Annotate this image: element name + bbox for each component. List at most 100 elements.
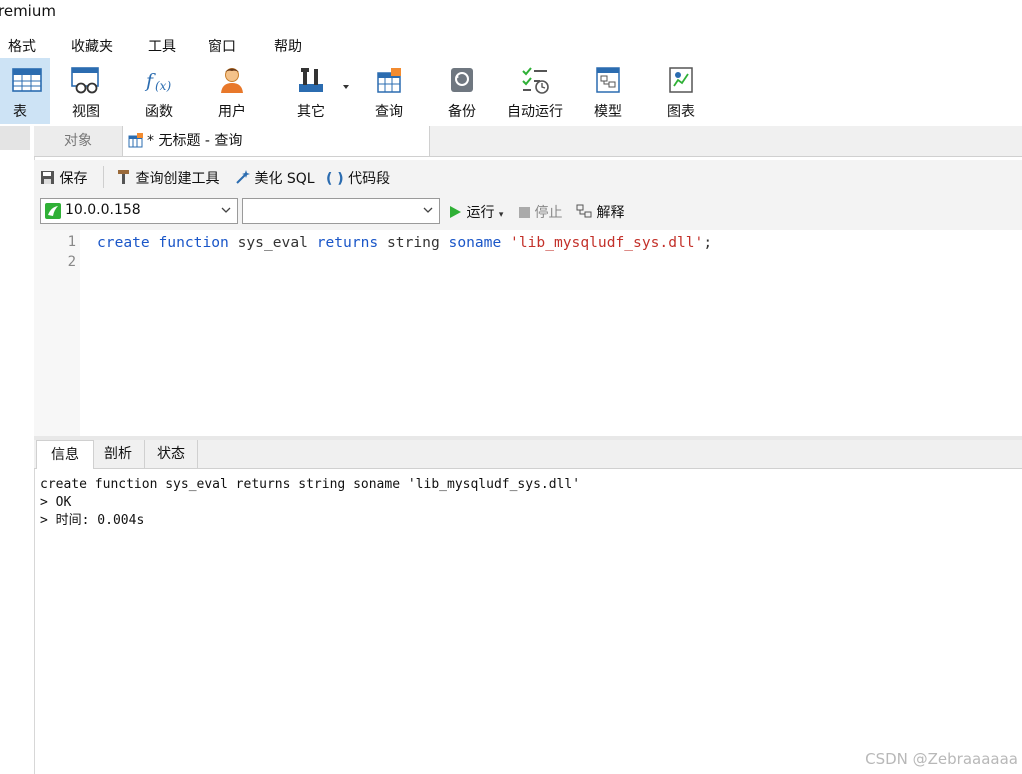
svg-text:(x): (x) [155,79,171,93]
connection-bar: 10.0.0.158 运行 ▾ 停止 解释 [34,194,1022,230]
mysql-connection-icon [45,203,61,219]
toolbar-user-label: 用户 [218,104,246,120]
query-builder-button[interactable]: 查询创建工具 [116,168,219,188]
tab-query[interactable]: * 无标题 - 查询 [122,126,430,156]
chevron-down-icon [423,207,433,213]
toolbar-other-label: 其它 [297,104,325,120]
code-token: sys_eval [237,234,308,251]
query-toolbar: 保存 查询创建工具 美化 SQL ( ) 代码段 [34,160,1022,194]
play-icon [450,206,461,218]
watermark: CSDN @Zebraaaaaa [865,750,1018,768]
document-tabs: 对象 * 无标题 - 查询 [34,126,1022,157]
toolbar-chart-label: 图表 [667,104,695,120]
model-icon [596,67,620,93]
toolbar-function-label: 函数 [145,104,173,120]
menu-help[interactable]: 帮助 [274,36,302,56]
sql-editor[interactable] [34,230,1022,436]
result-tabs: 信息 剖析 状态 [34,440,1022,469]
save-button[interactable]: 保存 [40,168,87,188]
toolbar-backup-button[interactable]: 备份 [434,58,490,124]
toolbar-query-label: 查询 [375,104,403,120]
save-icon [41,171,54,184]
code-token: function [158,234,229,251]
menu-tools[interactable]: 工具 [148,36,176,56]
other-dropdown-arrow-icon[interactable] [343,85,349,89]
explain-label: 解释 [596,205,625,221]
beautify-sql-label: 美化 SQL [254,171,315,187]
toolbar-user-button[interactable]: 用户 [204,58,260,124]
view-icon [71,67,99,94]
toolbar-autorun-button[interactable]: 自动运行 [503,58,567,124]
user-icon [221,68,243,93]
database-select[interactable] [242,198,440,224]
stop-button[interactable]: 停止 [519,202,562,222]
hammer-icon [118,170,129,184]
main-toolbar: 表 视图 f (x) 函数 用户 其它 查询 备份 自动运行 模型 图表 [0,58,1022,126]
toolbar-chart-button[interactable]: 图表 [653,58,709,124]
chevron-down-icon [221,207,231,213]
explain-icon [576,204,592,218]
output-line: > OK [40,495,72,510]
code-token: returns [316,234,379,251]
stop-icon [519,207,530,218]
backup-icon [451,68,473,92]
code-snippet-button[interactable]: ( ) 代码段 [326,168,390,188]
table-icon [12,68,42,92]
object-navigator-panel [0,126,35,774]
connection-value: 10.0.0.158 [65,202,141,218]
toolbar-query-button[interactable]: 查询 [361,58,417,124]
code-token: string [387,234,440,251]
toolbar-other-button[interactable]: 其它 [283,58,339,124]
autorun-icon [522,67,549,94]
tools-icon [299,68,323,92]
toolbar-table-button[interactable]: 表 [0,58,50,124]
title-bar: remium [0,0,1022,28]
navigator-header [0,126,30,150]
chart-icon [669,67,693,93]
tab-profile[interactable]: 剖析 [92,440,145,468]
toolbar-divider [103,166,104,188]
query-builder-label: 查询创建工具 [135,171,220,187]
message-output: create function sys_eval returns string … [40,476,580,530]
tab-message[interactable]: 信息 [36,440,94,469]
beautify-sql-button[interactable]: 美化 SQL [234,168,315,188]
menu-favorites[interactable]: 收藏夹 [71,36,113,56]
menu-format[interactable]: 格式 [8,36,36,56]
function-icon: f (x) [144,70,171,93]
run-label: 运行 [466,205,495,221]
output-line: create function sys_eval returns string … [40,477,581,492]
output-line: > 时间: 0.004s [40,513,145,528]
run-dropdown-icon[interactable]: ▾ [499,210,504,220]
magic-wand-icon [236,170,250,184]
line-number: 2 [67,254,76,270]
toolbar-function-button[interactable]: f (x) 函数 [131,58,187,124]
toolbar-model-label: 模型 [594,104,622,120]
window-title: remium [0,2,56,20]
toolbar-view-label: 视图 [72,104,100,120]
tab-objects[interactable]: 对象 [34,126,122,156]
toolbar-view-button[interactable]: 视图 [58,58,114,124]
menu-bar: 格式 收藏夹 工具 窗口 帮助 [0,30,1022,58]
code-snippet-label: 代码段 [348,171,391,187]
explain-button[interactable]: 解释 [576,202,624,222]
query-tab-icon [128,133,143,148]
code-token: ; [703,234,713,251]
code-token: soname [448,234,502,251]
query-tab-title: * 无标题 - 查询 [147,133,243,149]
menu-window[interactable]: 窗口 [208,36,236,56]
save-label: 保存 [59,171,88,187]
line-number: 1 [67,234,76,250]
code-token: create [97,234,150,251]
code-token: 'lib_mysqludf_sys.dll' [510,234,704,251]
tab-status[interactable]: 状态 [145,440,198,468]
run-button[interactable]: 运行 ▾ [448,202,503,222]
toolbar-table-label: 表 [13,104,27,120]
toolbar-backup-label: 备份 [448,104,476,120]
connection-select[interactable]: 10.0.0.158 [40,198,238,224]
toolbar-model-button[interactable]: 模型 [580,58,636,124]
code-line-1[interactable]: create function sys_eval returns string … [97,234,712,251]
stop-label: 停止 [534,205,563,221]
query-icon [377,68,401,93]
toolbar-autorun-label: 自动运行 [507,104,563,120]
snippet-icon: ( ) [326,171,344,187]
